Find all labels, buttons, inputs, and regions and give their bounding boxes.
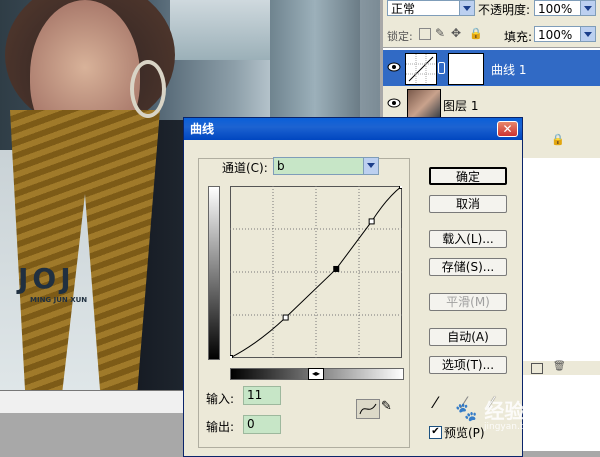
load-button[interactable]: 载入(L)... (429, 230, 507, 248)
blend-mode-value: 正常 (391, 2, 416, 16)
paw-icon: 🐾 (455, 402, 478, 423)
gradient-toggle-icon[interactable]: ◂▸ (308, 368, 324, 380)
options-label: 选项(T)... (441, 358, 495, 372)
blend-mode-select[interactable]: 正常 (387, 0, 475, 16)
input-value: 11 (247, 388, 263, 402)
input-label: 输入: (206, 392, 235, 406)
watermark-site: jingyan.baidu.com (484, 422, 568, 432)
lock-transparent-icon[interactable] (419, 28, 431, 40)
opacity-label: 不透明度: (478, 3, 531, 17)
watermark: 🐾 经验 (455, 395, 524, 424)
new-layer-icon[interactable] (531, 363, 543, 374)
lock-icon: 🔒 (551, 133, 565, 146)
shirt-subtext: MING JUN XUN (30, 296, 88, 304)
curve-control-point[interactable] (230, 355, 233, 359)
trash-icon[interactable]: 🗑 (553, 361, 566, 372)
curve-control-point[interactable] (399, 186, 403, 189)
opacity-field[interactable]: 100% (534, 0, 596, 16)
dialog-title: 曲线 (190, 122, 215, 136)
curve-control-point[interactable] (333, 265, 340, 272)
link-icon[interactable] (438, 62, 445, 74)
eye-icon[interactable] (387, 97, 401, 109)
shirt-text: JOJ (18, 262, 75, 295)
photo-earring (130, 60, 166, 118)
lock-all-icon[interactable]: 🔒 (469, 27, 483, 40)
layer-name: 曲线 1 (491, 63, 527, 77)
save-button[interactable]: 存储(S)... (429, 258, 507, 276)
photo-background (170, 0, 270, 60)
output-value: 0 (247, 417, 255, 431)
curves-adjustment-icon (405, 53, 437, 85)
output-label: 输出: (206, 420, 235, 434)
fill-value: 100% (538, 28, 573, 42)
smooth-label: 平滑(M) (446, 295, 490, 309)
ok-button[interactable]: 确定 (429, 167, 507, 185)
fill-field[interactable]: 100% (534, 26, 596, 42)
layer-mask-thumbnail[interactable] (448, 53, 484, 85)
preview-checkbox[interactable]: ✔ (429, 426, 442, 439)
chevron-right-icon[interactable] (580, 27, 595, 41)
cancel-label: 取消 (455, 197, 480, 211)
channel-value: b (277, 159, 285, 173)
chevron-down-icon[interactable] (363, 158, 378, 174)
chevron-down-icon[interactable] (459, 1, 474, 15)
output-gradient-bar (208, 186, 220, 360)
load-label: 载入(L)... (442, 232, 494, 246)
dialog-titlebar[interactable]: 曲线 (184, 118, 522, 140)
curve-tool-icon[interactable] (356, 399, 380, 419)
watermark-brand: 经验 (484, 399, 525, 423)
output-field[interactable]: 0 (243, 415, 281, 434)
cancel-button[interactable]: 取消 (429, 195, 507, 213)
close-icon: ✕ (502, 122, 513, 136)
smooth-button[interactable]: 平滑(M) (429, 293, 507, 311)
lock-move-icon[interactable]: ✥ (451, 26, 461, 40)
close-button[interactable]: ✕ (497, 121, 518, 137)
layer-row-curves[interactable]: 曲线 1 (383, 50, 600, 86)
lock-label: 锁定: (387, 30, 413, 43)
pencil-icon[interactable]: ✎ (381, 399, 395, 417)
auto-button[interactable]: 自动(A) (429, 328, 507, 346)
eye-icon[interactable] (387, 61, 401, 73)
curve-graph[interactable] (230, 186, 402, 358)
black-eyedropper-icon[interactable]: ⁄ (434, 393, 437, 412)
options-button[interactable]: 选项(T)... (429, 356, 507, 374)
curve-control-point[interactable] (368, 218, 375, 225)
auto-label: 自动(A) (447, 330, 489, 344)
curve-control-point[interactable] (282, 314, 289, 321)
lock-brush-icon[interactable]: ✎ (435, 26, 445, 40)
input-field[interactable]: 11 (243, 386, 281, 405)
save-label: 存储(S)... (441, 260, 495, 274)
fill-label: 填充: (504, 30, 533, 44)
ok-label: 确定 (455, 170, 480, 184)
layer-name: 图层 1 (443, 99, 479, 113)
preview-label: 预览(P) (444, 426, 485, 440)
channel-label: 通道(C): (220, 159, 270, 176)
opacity-value: 100% (538, 2, 573, 16)
channel-select[interactable]: b (273, 157, 379, 175)
chevron-right-icon[interactable] (580, 1, 595, 15)
